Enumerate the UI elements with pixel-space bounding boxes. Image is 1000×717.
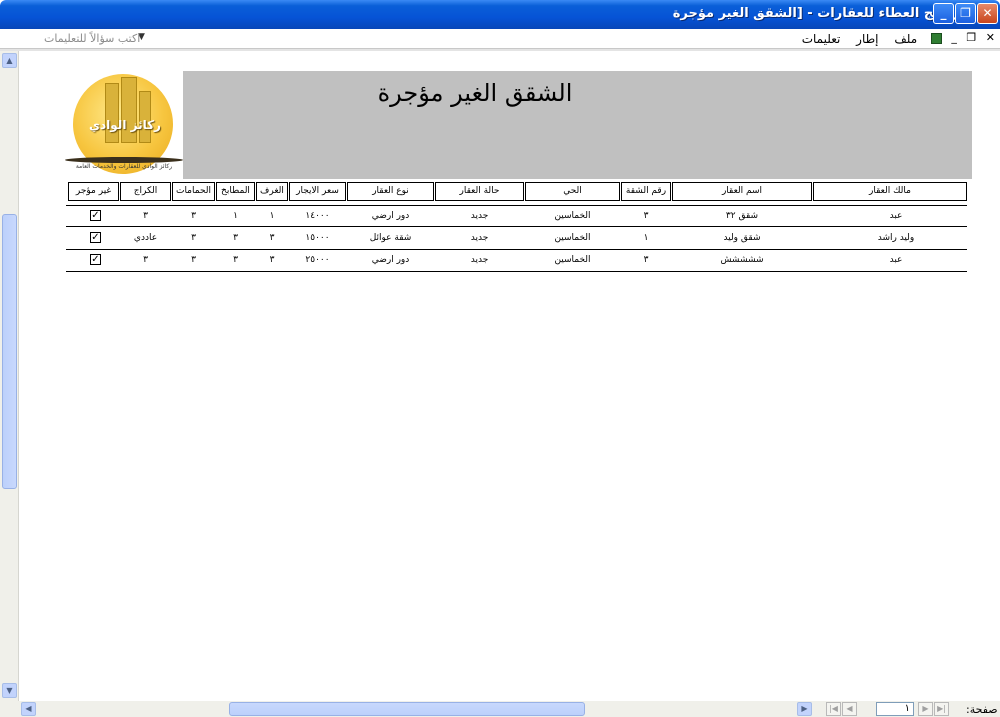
horizontal-scroll-thumb[interactable] — [229, 702, 585, 716]
cell-property: ششششش — [720, 255, 764, 265]
cell-property: شقق وليد — [723, 233, 761, 243]
table-row: وليد راشد شقق وليد ١ الخماسين جديد شقة ع… — [66, 228, 967, 250]
not-rented-checkbox[interactable]: ✓ — [90, 254, 101, 265]
previous-page-icon[interactable]: ◀ — [842, 702, 857, 716]
scroll-left-icon[interactable]: ◀ — [21, 702, 36, 716]
report-title: الشقق الغير مؤجرة — [377, 79, 573, 107]
menu-bar: _ ❐ ✕ ملف إطار تعليمات ▼ اكتب سؤالاً للت… — [0, 29, 1000, 49]
cell-bathrooms: ٣ — [191, 233, 196, 243]
cell-rooms: ٣ — [269, 255, 275, 265]
menu-window[interactable]: إطار — [856, 32, 878, 46]
close-button[interactable]: ✕ — [977, 3, 998, 24]
column-header-owner: مالك العقار — [813, 182, 967, 201]
cell-bathrooms: ٣ — [191, 255, 196, 265]
logo-building-icon — [105, 83, 119, 143]
cell-type: دور ارضي — [371, 255, 410, 265]
cell-type: شقة عوائل — [369, 233, 412, 243]
cell-type: دور ارضي — [371, 211, 410, 221]
cell-district: الخماسين — [554, 211, 591, 221]
column-header-kitchens: المطابخ — [216, 182, 255, 201]
title-bar: [برنامج العطاء للعقارات - [الشقق الغير م… — [0, 0, 1000, 29]
vertical-scroll-thumb[interactable] — [2, 214, 17, 489]
not-rented-checkbox[interactable]: ✓ — [90, 210, 101, 221]
company-logo: ركائز الوادي ركائز الوادي للعقارات والخد… — [65, 71, 183, 179]
mdi-restore-icon[interactable]: ❐ — [966, 31, 976, 44]
cell-garage: ٣ — [143, 255, 148, 265]
horizontal-scrollbar[interactable]: ◀ ▶ — [19, 702, 815, 717]
cell-rent: ٢٥٠٠٠ — [305, 255, 330, 265]
cell-kitchens: ٣ — [233, 233, 238, 243]
cell-kitchens: ٣ — [233, 255, 238, 265]
cell-garage: عاددي — [133, 233, 158, 243]
cell-rent: ١٥٠٠٠ — [305, 233, 330, 243]
next-page-icon[interactable]: ▶ — [918, 702, 933, 716]
logo-building-icon — [121, 77, 137, 143]
cell-owner: عبد — [889, 255, 903, 265]
not-rented-checkbox[interactable]: ✓ — [90, 232, 101, 243]
menu-items: ملف إطار تعليمات — [790, 32, 942, 46]
page-number-input[interactable]: ١ — [876, 702, 914, 716]
column-header-apartment: رقم الشقة — [621, 182, 671, 201]
minimize-button[interactable]: _ — [933, 3, 954, 24]
last-page-icon[interactable]: ▶| — [934, 702, 949, 716]
column-header-garage: الكراج — [120, 182, 171, 201]
column-header-status: حالة العقار — [435, 182, 524, 201]
cell-property: شقق ٣٢ — [725, 211, 759, 221]
column-header-district: الحي — [525, 182, 620, 201]
cell-bathrooms: ٣ — [191, 211, 196, 221]
table-row: عبد ششششش ٣ الخماسين جديد دور ارضي ٢٥٠٠٠… — [66, 250, 967, 272]
vertical-scrollbar[interactable]: ▲ ▼ — [0, 51, 19, 701]
cell-status: جديد — [470, 233, 489, 243]
cell-apartment: ٣ — [643, 255, 649, 265]
menu-help[interactable]: تعليمات — [802, 32, 841, 46]
mdi-minimize-icon[interactable]: _ — [951, 31, 957, 44]
first-page-icon[interactable]: |◀ — [826, 702, 841, 716]
ask-question-box[interactable]: اكتب سؤالاً للتعليمات — [44, 32, 140, 45]
cell-rooms: ١ — [269, 211, 275, 221]
mdi-controls: _ ❐ ✕ — [945, 31, 995, 44]
cell-status: جديد — [470, 211, 489, 221]
cell-apartment: ٣ — [643, 211, 649, 221]
column-header-rent: سعر الايجار — [289, 182, 346, 201]
column-header-not-rented: غير مؤجر — [68, 182, 119, 201]
column-header-rooms: الغرف — [256, 182, 288, 201]
cell-kitchens: ١ — [233, 211, 238, 221]
logo-building-icon — [139, 91, 151, 143]
cell-rent: ١٤٠٠٠ — [305, 211, 330, 221]
logo-name: ركائز الوادي — [89, 118, 161, 132]
column-header-bathrooms: الحمامات — [172, 182, 215, 201]
scroll-right-icon[interactable]: ▶ — [797, 702, 812, 716]
cell-district: الخماسين — [554, 233, 591, 243]
table-row: عبد شقق ٣٢ ٣ الخماسين جديد دور ارضي ١٤٠٠… — [66, 205, 967, 227]
window-title: [برنامج العطاء للعقارات - [الشقق الغير م… — [672, 6, 970, 21]
cell-rooms: ٣ — [269, 233, 275, 243]
cell-status: جديد — [470, 255, 489, 265]
report-page: ركائز الوادي ركائز الوادي للعقارات والخد… — [20, 51, 1000, 701]
spreadsheet-icon[interactable] — [931, 33, 942, 44]
cell-owner: عبد — [889, 211, 903, 221]
scroll-down-icon[interactable]: ▼ — [2, 683, 17, 698]
cell-owner: وليد راشد — [877, 233, 915, 243]
cell-district: الخماسين — [554, 255, 591, 265]
logo-subtitle: ركائز الوادي للعقارات والخدمات العامة — [75, 163, 173, 170]
mdi-close-icon[interactable]: ✕ — [986, 31, 995, 44]
restore-button[interactable]: ❐ — [955, 3, 976, 24]
scroll-up-icon[interactable]: ▲ — [2, 53, 17, 68]
cell-apartment: ١ — [643, 233, 649, 243]
report-header: ركائز الوادي ركائز الوادي للعقارات والخد… — [65, 71, 972, 179]
page-label: صفحة: — [966, 703, 998, 716]
bottom-bar: ◀ ▶ |◀ ◀ ١ ▶ ▶| صفحة: — [0, 701, 1000, 717]
column-header-property: اسم العقار — [672, 182, 812, 201]
column-header-type: نوع العقار — [347, 182, 434, 201]
cell-garage: ٣ — [143, 211, 148, 221]
menu-file[interactable]: ملف — [894, 32, 917, 46]
